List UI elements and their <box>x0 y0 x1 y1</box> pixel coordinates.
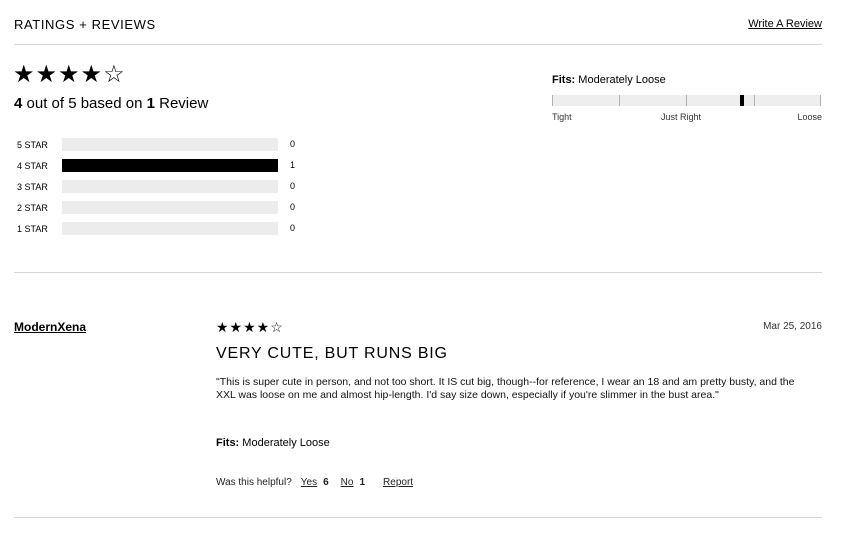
helpful-yes-count: 6 <box>323 477 329 488</box>
fit-tick <box>754 95 755 106</box>
review-fit: Fits: Moderately Loose <box>216 437 330 449</box>
review-date: Mar 25, 2016 <box>763 321 822 332</box>
review-count: 1 <box>146 95 155 112</box>
fit-scale <box>552 95 821 106</box>
fit-label: Fits: <box>552 74 576 86</box>
review-title: VERY CUTE, BUT RUNS BIG <box>216 345 448 362</box>
fit-tick <box>552 95 553 106</box>
distribution-label: 5 STAR <box>17 140 48 150</box>
review-stars: ★★★★☆ <box>216 319 284 335</box>
distribution-bar <box>62 222 278 235</box>
distribution-count: 1 <box>290 160 296 170</box>
distribution-label: 1 STAR <box>17 224 48 234</box>
fit-tick <box>686 95 687 106</box>
distribution-label: 4 STAR <box>17 161 48 171</box>
distribution-count: 0 <box>290 181 296 191</box>
helpful-yes-button[interactable]: Yes <box>301 477 317 488</box>
review-fit-label: Fits: <box>216 437 240 449</box>
distribution-count: 0 <box>290 139 296 149</box>
distribution-label: 3 STAR <box>17 182 48 192</box>
fit-scale-label-loose: Loose <box>797 112 822 122</box>
fit-scale-label-just-right: Just Right <box>661 112 702 122</box>
divider <box>14 272 822 273</box>
summary-text-end: Review <box>154 95 209 112</box>
distribution-count: 0 <box>290 223 296 233</box>
write-review-link[interactable]: Write A Review <box>748 18 822 30</box>
distribution-label: 2 STAR <box>17 203 48 213</box>
average-rating-stars: ★★★★☆ <box>13 61 126 88</box>
distribution-bar <box>62 138 278 151</box>
review-fit-value: Moderately Loose <box>242 437 330 449</box>
fit-summary: Fits: Moderately Loose <box>552 74 666 86</box>
review-body: "This is super cute in person, and not t… <box>216 376 795 401</box>
fit-value: Moderately Loose <box>578 74 666 86</box>
distribution-bar <box>62 159 278 172</box>
fit-scale-label-tight: Tight <box>552 112 572 122</box>
helpful-votes: Was this helpful? Yes 6 No 1 Report <box>216 477 413 488</box>
summary-text: out of 5 based on <box>22 95 147 112</box>
helpful-no-button[interactable]: No <box>341 477 354 488</box>
fit-marker <box>740 95 744 106</box>
distribution-fill <box>62 159 278 172</box>
reviewer-name[interactable]: ModernXena <box>14 320 86 334</box>
helpful-no-count: 1 <box>359 477 366 488</box>
fit-tick <box>820 95 821 106</box>
distribution-bar <box>62 201 278 214</box>
divider <box>14 44 822 45</box>
rating-summary: 4 out of 5 based on 1 Review <box>14 95 208 112</box>
report-button[interactable]: Report <box>383 477 413 488</box>
helpful-label: Was this helpful? <box>216 477 292 488</box>
section-title: RATINGS + REVIEWS <box>14 17 156 32</box>
distribution-bar <box>62 180 278 193</box>
divider <box>14 517 822 518</box>
fit-tick <box>619 95 620 106</box>
distribution-count: 0 <box>290 202 296 212</box>
